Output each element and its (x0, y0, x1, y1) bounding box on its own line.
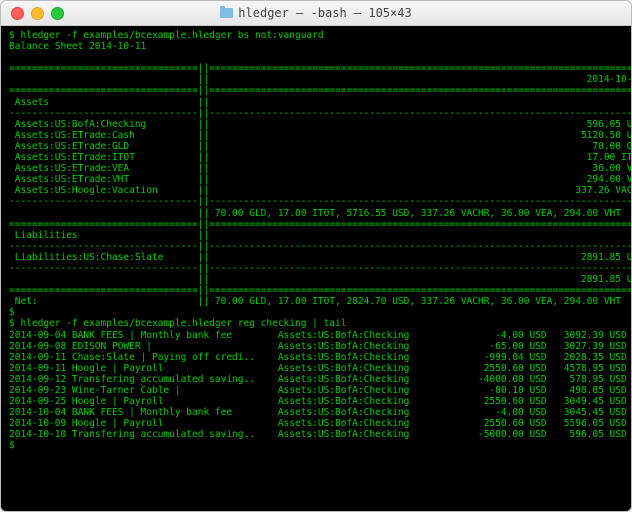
register-row: 2014-10-09 Hoogle | Payroll Assets:US:Bo… (9, 418, 627, 429)
balance-title: Balance Sheet 2014-10-11 (9, 41, 146, 52)
dash-bar: ---------------------------------||-----… (9, 241, 631, 252)
dash-bar: ---------------------------------||-----… (9, 108, 631, 119)
dash-bar: ---------------------------------||-----… (9, 263, 631, 274)
asset-row: Assets:US:Hoogle:Vacation || 337.26 VACH… (9, 185, 631, 196)
command-line: $ hledger -f examples/bcexample.hledger … (9, 318, 346, 329)
prompt-cursor: $ (9, 440, 20, 451)
register-row: 2014-09-23 Wine-Tarner Cable | Assets:US… (9, 385, 627, 396)
command-line: $ hledger -f examples/bcexample.hledger … (9, 30, 324, 41)
register-row: 2014-09-11 Chase:Slate | Paying off cred… (9, 352, 627, 363)
terminal-body[interactable]: $ hledger -f examples/bcexample.hledger … (1, 26, 631, 512)
asset-row: Assets:US:ETrade:Cash || 5120.50 USD (9, 130, 631, 141)
header-date: || 2014-10-11 (9, 74, 631, 85)
asset-row: Assets:US:ETrade:VEA || 36.00 VEA (9, 163, 631, 174)
asset-row: Assets:US:ETrade:VHT || 294.00 VHT (9, 174, 631, 185)
window-title-text: hledger — -bash — 105×43 (238, 6, 411, 20)
sep-bar: =================================||=====… (9, 285, 631, 296)
prompt-empty: $ (9, 307, 15, 318)
net-row: Net: || 70.00 GLD, 17.00 ITOT, 2824.70 U… (9, 296, 621, 307)
asset-row: Assets:US:BofA:Checking || 596.05 USD (9, 119, 631, 130)
sep-bar: =================================||=====… (9, 85, 631, 96)
register-row: 2014-09-12 Transfering accumulated savin… (9, 374, 627, 385)
titlebar: hledger — -bash — 105×43 (1, 1, 631, 26)
dash-bar: ---------------------------------||-----… (9, 196, 631, 207)
register-row: 2014-09-04 BANK FEES | Monthly bank fee … (9, 330, 627, 341)
header-bar: =================================||=====… (9, 63, 631, 74)
register-row: 2014-10-10 Transfering accumulated savin… (9, 429, 627, 440)
terminal-window: hledger — -bash — 105×43 $ hledger -f ex… (0, 0, 632, 512)
sep-bar: =================================||=====… (9, 219, 631, 230)
terminal-output: $ hledger -f examples/bcexample.hledger … (9, 30, 623, 452)
asset-row: Assets:US:ETrade:GLD || 70.00 GLD (9, 141, 631, 152)
register-row: 2014-09-25 Hoogle | Payroll Assets:US:Bo… (9, 396, 627, 407)
assets-label: Assets || (9, 97, 209, 108)
window-title: hledger — -bash — 105×43 (1, 6, 631, 20)
liabilities-total: || 2891.85 USD (9, 274, 631, 285)
register-row: 2014-09-08 EDISON POWER | Assets:US:BofA… (9, 341, 627, 352)
register-row: 2014-09-11 Hoogle | Payroll Assets:US:Bo… (9, 363, 627, 374)
liabilities-label: Liabilities || (9, 230, 209, 241)
folder-icon (220, 8, 233, 18)
asset-row: Assets:US:ETrade:ITOT || 17.00 ITOT (9, 152, 631, 163)
register-row: 2014-10-04 BANK FEES | Monthly bank fee … (9, 407, 627, 418)
assets-total: || 70.00 GLD, 17.00 ITOT, 5716.55 USD, 3… (9, 208, 621, 219)
liability-row: Liabilities:US:Chase:Slate || 2891.85 US… (9, 252, 631, 263)
